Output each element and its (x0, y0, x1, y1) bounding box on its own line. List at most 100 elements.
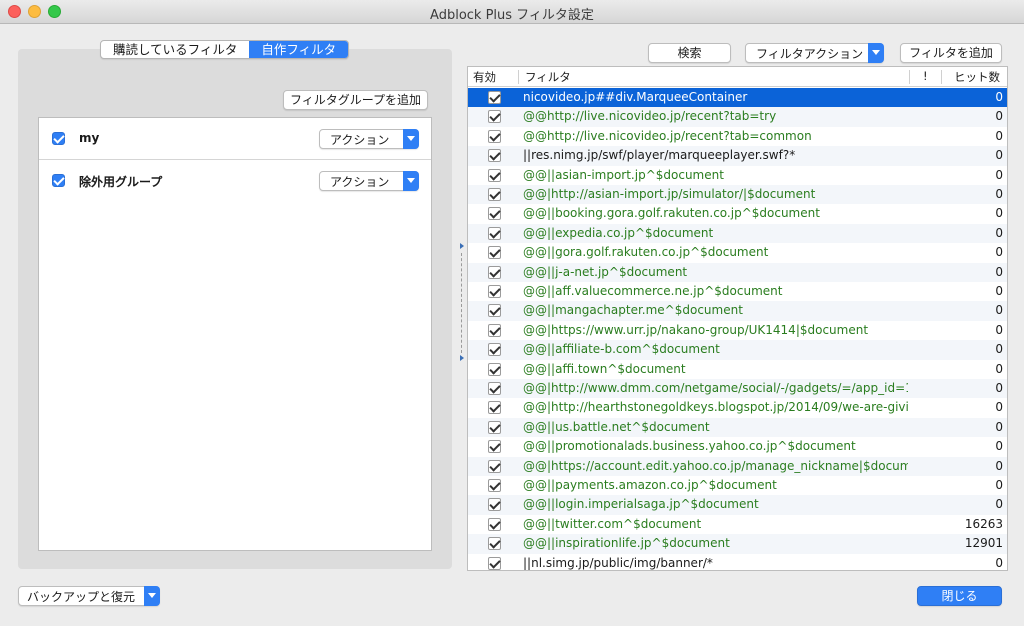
backup-restore-popup[interactable]: バックアップと復元 (18, 586, 160, 606)
column-warning[interactable]: ! (923, 69, 928, 83)
hit-count: 0 (995, 284, 1003, 298)
table-row[interactable]: @@||login.imperialsaga.jp^$document 0 (468, 495, 1007, 515)
pane-splitter[interactable] (459, 243, 465, 363)
table-row[interactable]: @@||gora.golf.rakuten.co.jp^$document 0 (468, 243, 1007, 262)
popup-label: アクション (330, 175, 390, 189)
table-row[interactable]: @@||aff.valuecommerce.ne.jp^$document 0 (468, 282, 1007, 301)
filter-enabled-checkbox[interactable] (488, 285, 501, 298)
column-hits[interactable]: ヒット数 (954, 69, 1000, 85)
filter-text: @@||booking.gora.golf.rakuten.co.jp^$doc… (523, 206, 820, 221)
filter-enabled-checkbox[interactable] (488, 304, 501, 318)
group-enabled-checkbox[interactable] (52, 132, 65, 145)
table-row[interactable]: @@||affi.town^$document 0 (468, 360, 1007, 379)
filter-text: @@||mangachapter.me^$document (523, 303, 743, 318)
group-action-popup[interactable]: アクション (319, 171, 419, 191)
close-button[interactable]: 閉じる (917, 586, 1002, 606)
filter-text: @@|https://www.urr.jp/nakano-group/UK141… (523, 322, 869, 337)
table-row[interactable]: @@|http://hearthstonegoldkeys.blogspot.j… (468, 398, 1007, 417)
table-row[interactable]: @@|http://asian-import.jp/simulator/|$do… (468, 185, 1007, 205)
filter-enabled-checkbox[interactable] (488, 459, 501, 473)
filter-enabled-checkbox[interactable] (488, 343, 501, 357)
tab-subscribed-filters[interactable]: 購読しているフィルタ (101, 41, 249, 58)
filter-text: ||res.nimg.jp/swf/player/marqueeplayer.s… (523, 148, 796, 163)
filter-text: @@||us.battle.net^$document (523, 419, 710, 434)
group-row[interactable]: my アクション (39, 118, 431, 160)
search-button[interactable]: 検索 (648, 43, 731, 63)
column-divider (941, 70, 942, 84)
column-enabled[interactable]: 有効 (473, 69, 496, 85)
table-row[interactable]: @@||payments.amazon.co.jp^$document 0 (468, 476, 1007, 495)
hit-count: 0 (995, 128, 1003, 143)
table-row[interactable]: @@|https://www.urr.jp/nakano-group/UK141… (468, 321, 1007, 340)
table-row[interactable]: @@||asian-import.jp^$document 0 (468, 166, 1007, 185)
window-title: Adblock Plus フィルタ設定 (430, 8, 594, 23)
add-filter-group-button[interactable]: フィルタグループを追加 (283, 90, 428, 110)
hit-count: 0 (995, 458, 1003, 473)
filter-enabled-checkbox[interactable] (488, 420, 501, 434)
table-row[interactable]: @@||j-a-net.jp^$document 0 (468, 262, 1007, 282)
filter-enabled-checkbox[interactable] (488, 556, 501, 570)
filter-action-popup[interactable]: フィルタアクション (745, 43, 884, 63)
filter-enabled-checkbox[interactable] (488, 91, 501, 104)
filter-text: @@||login.imperialsaga.jp^$document (523, 497, 759, 512)
filter-text: @@http://live.nicovideo.jp/recent?tab=co… (523, 128, 812, 143)
column-filter[interactable]: フィルタ (525, 69, 571, 85)
hit-count: 0 (995, 555, 1003, 570)
filter-enabled-checkbox[interactable] (488, 323, 501, 337)
filter-enabled-checkbox[interactable] (488, 265, 501, 279)
column-divider (518, 70, 519, 84)
chevron-down-icon (403, 171, 419, 191)
hit-count: 0 (995, 478, 1003, 492)
filter-enabled-checkbox[interactable] (488, 188, 501, 201)
add-filter-button[interactable]: フィルタを追加 (900, 43, 1002, 63)
table-row[interactable]: ||nl.simg.jp/public/img/banner/* 0 (468, 554, 1007, 570)
filter-enabled-checkbox[interactable] (488, 498, 501, 512)
table-header: 有効 フィルタ ! ヒット数 (468, 67, 1007, 87)
table-row[interactable]: @@|https://account.edit.yahoo.co.jp/mana… (468, 456, 1007, 476)
filter-tabs: 購読しているフィルタ 自作フィルタ (100, 40, 350, 59)
hit-count: 0 (995, 90, 1003, 104)
group-enabled-checkbox[interactable] (52, 174, 65, 187)
filter-enabled-checkbox[interactable] (488, 401, 501, 415)
table-row[interactable]: @@||twitter.com^$document 16263 (468, 515, 1007, 534)
filter-text: @@|http://www.dmm.com/netgame/social/-/g… (523, 381, 908, 395)
hit-count: 0 (995, 361, 1003, 376)
tab-custom-filters[interactable]: 自作フィルタ (249, 41, 349, 58)
title-bar: Adblock Plus フィルタ設定 (0, 0, 1024, 24)
filter-enabled-checkbox[interactable] (488, 149, 501, 163)
table-row[interactable]: @@||affiliate-b.com^$document 0 (468, 340, 1007, 360)
table-row[interactable]: @@http://live.nicovideo.jp/recent?tab=tr… (468, 107, 1007, 127)
filter-enabled-checkbox[interactable] (488, 382, 501, 395)
filter-enabled-checkbox[interactable] (488, 168, 501, 182)
hit-count: 0 (995, 497, 1003, 512)
group-row[interactable]: 除外用グループ アクション (39, 160, 431, 202)
filter-enabled-checkbox[interactable] (488, 537, 501, 551)
table-row[interactable]: nicovideo.jp##div.MarqueeContainer 0 (468, 88, 1007, 108)
table-row[interactable]: @@||inspirationlife.jp^$document 12901 (468, 534, 1007, 554)
filter-enabled-checkbox[interactable] (488, 129, 501, 143)
filter-text: ||nl.simg.jp/public/img/banner/* (523, 555, 713, 570)
filter-enabled-checkbox[interactable] (488, 362, 501, 376)
table-row[interactable]: @@http://live.nicovideo.jp/recent?tab=co… (468, 127, 1007, 146)
table-row[interactable]: @@|http://www.dmm.com/netgame/social/-/g… (468, 379, 1007, 399)
table-row[interactable]: ||res.nimg.jp/swf/player/marqueeplayer.s… (468, 146, 1007, 166)
splitter-line (461, 253, 462, 353)
table-row[interactable]: @@||us.battle.net^$document 0 (468, 417, 1007, 438)
filter-enabled-checkbox[interactable] (488, 246, 501, 260)
filter-text: @@|http://asian-import.jp/simulator/|$do… (523, 187, 816, 201)
hit-count: 0 (995, 381, 1003, 395)
table-row[interactable]: @@||booking.gora.golf.rakuten.co.jp^$doc… (468, 204, 1007, 223)
filter-enabled-checkbox[interactable] (488, 517, 501, 531)
filter-enabled-checkbox[interactable] (488, 110, 501, 124)
hit-count: 0 (995, 167, 1003, 182)
filter-enabled-checkbox[interactable] (488, 479, 501, 492)
filter-enabled-checkbox[interactable] (488, 440, 501, 454)
filter-enabled-checkbox[interactable] (488, 226, 501, 240)
table-row[interactable]: @@||expedia.co.jp^$document 0 (468, 223, 1007, 244)
filter-table[interactable]: 有効 フィルタ ! ヒット数 nicovideo.jp##div.Marquee… (467, 66, 1008, 571)
table-row[interactable]: @@||promotionalads.business.yahoo.co.jp^… (468, 437, 1007, 456)
filter-enabled-checkbox[interactable] (488, 207, 501, 221)
group-action-popup[interactable]: アクション (319, 129, 419, 149)
table-row[interactable]: @@||mangachapter.me^$document 0 (468, 301, 1007, 321)
hit-count: 16263 (964, 516, 1003, 531)
